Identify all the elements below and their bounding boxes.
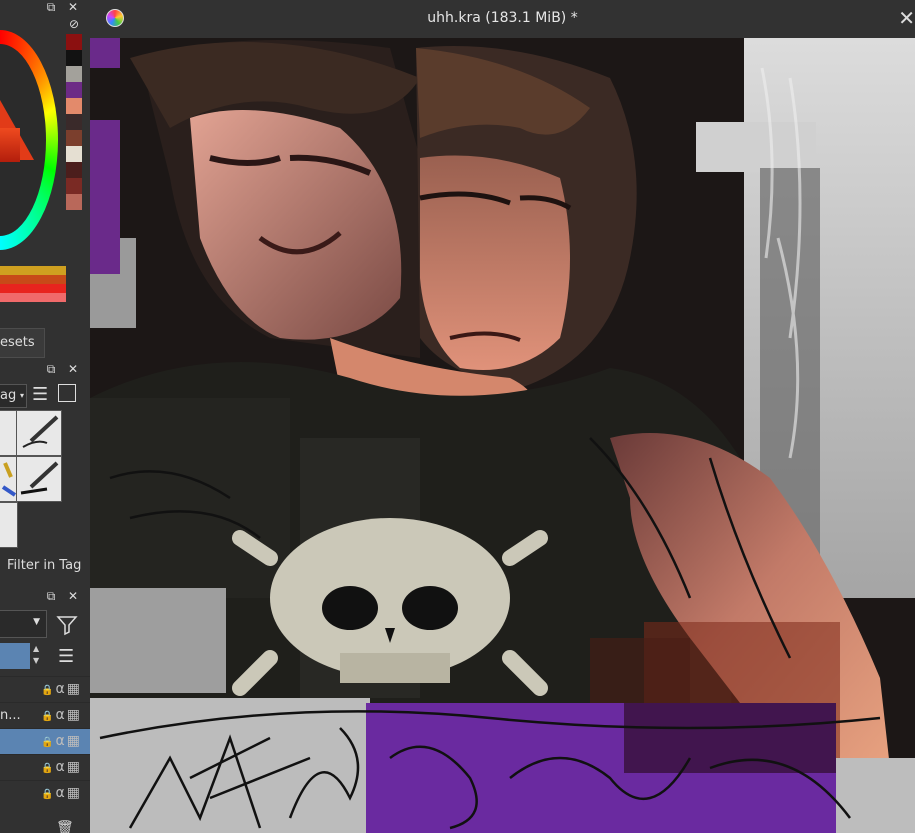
color-swatch[interactable] [66,194,82,210]
lock-icon[interactable]: 🔒 [41,711,55,722]
pen-brush-icon [1,462,17,497]
opacity-field[interactable] [0,643,30,669]
brush-preset-grid [0,410,66,550]
color-swatch[interactable] [66,146,82,162]
color-swatch[interactable] [66,34,82,50]
layer-property-icons[interactable]: 🔒α▦ [41,729,82,755]
color-swatch[interactable] [66,98,82,114]
color-history-bar[interactable] [0,293,66,302]
filter-in-tag-label[interactable]: Filter in Tag [7,558,81,573]
layer-property-icons[interactable]: 🔒α▦ [41,755,82,781]
lock-icon[interactable]: 🔒 [41,789,55,800]
painting-canvas[interactable] [90,38,915,833]
inherit-alpha-icon[interactable]: ▦ [67,733,82,749]
color-history-bar[interactable] [0,275,66,284]
alpha-lock-icon[interactable]: α [56,707,67,723]
close-docker-icon[interactable]: ✕ [66,589,80,603]
color-triangle-shade [0,128,20,162]
layer-property-icons[interactable]: 🔒α▦ [41,781,82,807]
lock-icon[interactable]: 🔒 [41,763,55,774]
document-tab-bar: uhh.kra (183.1 MiB) * ✕ [90,0,915,38]
close-docker-icon[interactable]: ✕ [66,362,80,376]
alpha-lock-icon[interactable]: α [56,785,67,801]
layer-property-icons[interactable]: 🔒α▦ [41,703,82,729]
color-swatch[interactable] [66,82,82,98]
tab-brush-presets[interactable]: esets [0,328,45,358]
color-swatch-column[interactable] [66,34,82,210]
float-docker-icon[interactable]: ⧉ [44,589,58,603]
inherit-alpha-icon[interactable]: ▦ [67,681,82,697]
inherit-alpha-icon[interactable]: ▦ [67,759,82,775]
no-color-icon[interactable]: ⊘ [67,17,81,31]
marker-brush-icon [20,461,59,495]
alpha-lock-icon[interactable]: α [56,733,67,749]
tab-brush-presets-label: esets [0,335,35,350]
color-swatch[interactable] [66,130,82,146]
color-history-bars[interactable] [0,266,66,302]
alpha-lock-icon[interactable]: α [56,681,67,697]
brush-preset-tile[interactable] [0,502,18,548]
tag-select[interactable]: ag ▾ [0,384,27,408]
float-docker-icon[interactable]: ⧉ [44,0,58,14]
left-docker-panel: ⧉ ✕ ⊘ esets ⧉ ✕ ag ▾ ☰ Filter in Tag ⧉ ✕ … [0,0,90,833]
lock-icon[interactable]: 🔒 [41,737,55,748]
view-mode-icon[interactable] [58,384,76,402]
layer-property-icons[interactable]: 🔒α▦ [41,677,82,703]
color-history-bar[interactable] [0,266,66,275]
brush-preset-tile[interactable] [16,410,62,456]
layer-row[interactable]: 🔒α▦ [0,780,90,806]
menu-icon[interactable]: ☰ [32,384,48,405]
document-title[interactable]: uhh.kra (183.1 MiB) * [90,10,915,26]
float-docker-icon[interactable]: ⧉ [44,362,58,376]
layer-menu-icon[interactable]: ☰ [58,646,74,667]
layer-row[interactable]: 🔒α▦ [0,754,90,780]
layer-row[interactable]: 🔒α▦ [0,676,90,702]
alpha-lock-icon[interactable]: α [56,759,67,775]
filter-icon[interactable] [56,614,80,636]
artwork [90,38,915,833]
color-swatch[interactable] [66,66,82,82]
layer-name: n... [0,708,21,723]
color-swatch[interactable] [66,50,82,66]
layer-row[interactable]: 🔒α▦ [0,728,90,754]
opacity-stepper[interactable]: ▲ ▼ [33,643,39,667]
close-docker-icon[interactable]: ✕ [66,0,80,14]
close-document-icon[interactable]: ✕ [898,6,915,30]
layer-row[interactable]: n... 🔒α▦ [0,702,90,728]
brush-preset-tile[interactable] [16,456,62,502]
color-swatch[interactable] [66,162,82,178]
color-swatch[interactable] [66,114,82,130]
color-swatch[interactable] [66,178,82,194]
lock-icon[interactable]: 🔒 [41,685,55,696]
tag-select-label: ag [0,388,17,403]
delete-layer-icon[interactable]: 🗑 [56,820,74,833]
inherit-alpha-icon[interactable]: ▦ [67,707,82,723]
color-history-bar[interactable] [0,284,66,293]
blend-mode-select[interactable]: ▼ [0,610,47,638]
inherit-alpha-icon[interactable]: ▦ [67,785,82,801]
pencil-brush-icon [22,415,59,448]
